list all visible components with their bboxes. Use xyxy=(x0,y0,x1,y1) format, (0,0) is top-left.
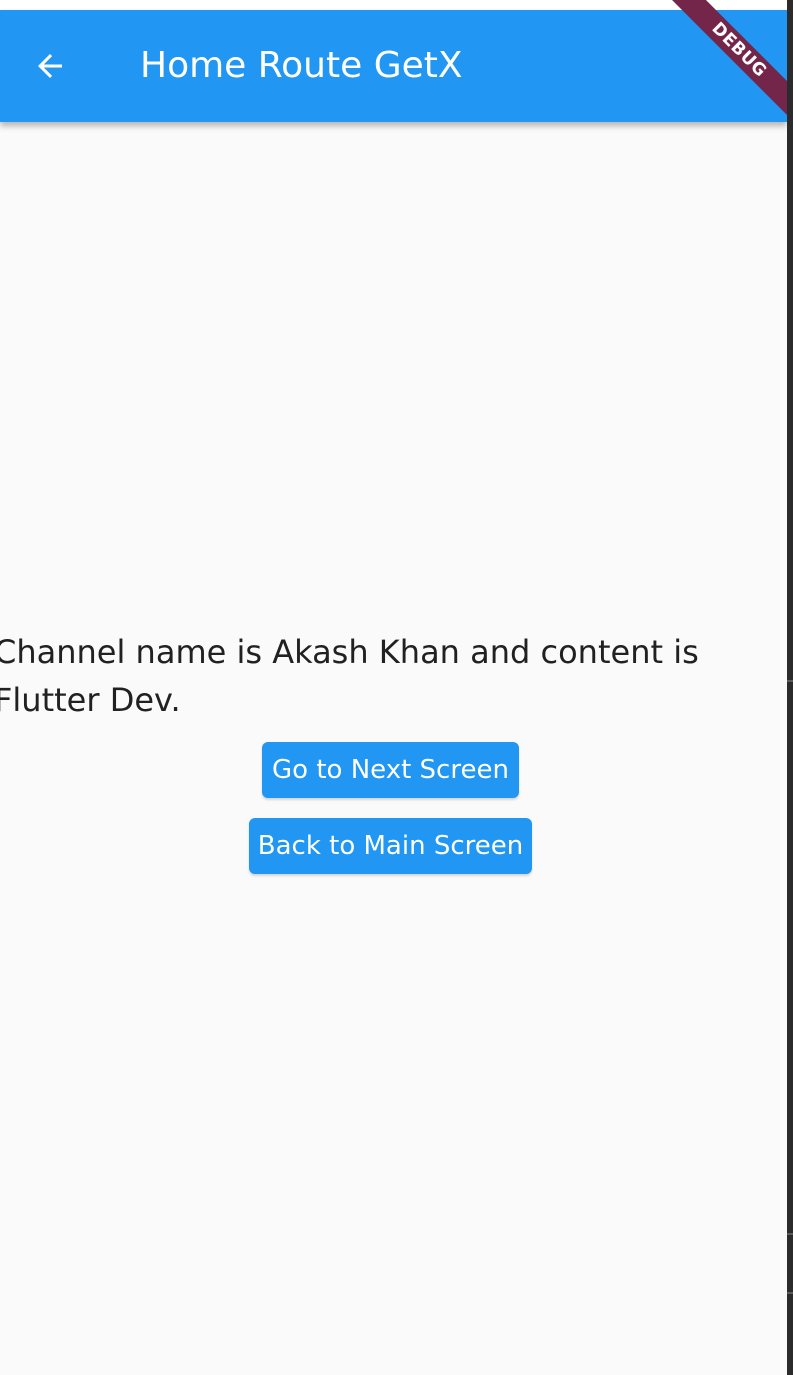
page-title: Home Route GetX xyxy=(140,45,463,86)
app-window: Home Route GetX Channel name is Akash Kh… xyxy=(0,0,787,1375)
main-content: Channel name is Akash Khan and content i… xyxy=(0,122,787,1375)
edge-mark xyxy=(787,680,793,682)
go-to-next-screen-button[interactable]: Go to Next Screen xyxy=(262,742,519,798)
arrow-back-icon xyxy=(38,54,62,78)
channel-message: Channel name is Akash Khan and content i… xyxy=(0,633,699,719)
edge-mark xyxy=(787,1292,793,1294)
back-button[interactable] xyxy=(20,36,80,96)
window-edge xyxy=(787,0,793,1375)
app-bar: Home Route GetX xyxy=(0,10,787,122)
status-bar-area xyxy=(0,0,787,10)
edge-mark xyxy=(787,1233,793,1235)
back-to-main-screen-button[interactable]: Back to Main Screen xyxy=(249,818,532,874)
